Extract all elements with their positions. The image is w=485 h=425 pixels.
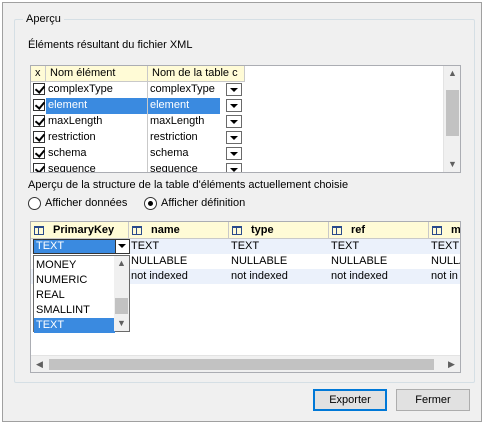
checkmark-icon [33, 115, 45, 127]
grid-cell[interactable]: TEXT [429, 239, 460, 254]
col-header-element-name[interactable]: Nom élément [46, 66, 148, 82]
grid-col-type[interactable]: type [229, 222, 329, 239]
row-checkbox[interactable] [33, 146, 46, 162]
grid-scroll-thumb[interactable] [49, 359, 434, 370]
xml-list-header: x Nom élément Nom de la table c [31, 66, 245, 82]
dropdown-scroll-thumb[interactable] [115, 298, 128, 314]
checkmark-icon [33, 163, 45, 172]
dropdown-option[interactable]: SMALLINT [34, 303, 115, 318]
row-checkbox[interactable] [33, 162, 46, 172]
element-name: restriction [46, 130, 148, 146]
column-icon [232, 226, 242, 235]
grid-cell[interactable]: NULLABLE [229, 254, 329, 269]
grid-cell[interactable]: TEXT [329, 239, 429, 254]
column-icon [432, 226, 442, 235]
grid-cell[interactable]: NULLABLE [329, 254, 429, 269]
table-name: sequence [150, 163, 198, 173]
element-name: maxLength [46, 114, 148, 130]
column-icon [132, 226, 142, 235]
column-icon [332, 226, 342, 235]
table-name: maxLength [150, 115, 205, 127]
grid-cell[interactable]: TEXT [229, 239, 329, 254]
checkmark-icon [33, 147, 45, 159]
chevron-down-icon[interactable] [226, 163, 242, 172]
list-item[interactable]: element element [31, 98, 245, 114]
scroll-left-icon[interactable]: ◀ [35, 360, 44, 369]
chevron-down-icon[interactable] [226, 83, 242, 96]
row-checkbox[interactable] [33, 82, 46, 98]
list-item[interactable]: schema schema [31, 146, 245, 162]
element-name: schema [46, 146, 148, 162]
close-button[interactable]: Fermer [396, 389, 470, 411]
grid-hscrollbar[interactable]: ◀ ▶ [31, 355, 460, 372]
list-item[interactable]: complexType complexType [31, 82, 245, 98]
chevron-down-icon[interactable] [226, 131, 242, 144]
checkmark-icon [33, 99, 45, 111]
table-name: complexType [150, 83, 215, 95]
chevron-down-icon[interactable] [226, 115, 242, 128]
dropdown-option[interactable]: NUMERIC [34, 273, 115, 288]
list-item[interactable]: sequence sequence [31, 162, 245, 173]
export-button[interactable]: Exporter [313, 389, 387, 411]
list-item[interactable]: restriction restriction [31, 130, 245, 146]
grid-cell[interactable]: not indexed [329, 269, 429, 284]
dropdown-vscrollbar[interactable]: ▲ ▼ [114, 256, 129, 331]
group-title: Aperçu [23, 13, 64, 25]
scroll-down-icon[interactable]: ▼ [448, 160, 457, 169]
row-checkbox[interactable] [33, 130, 46, 146]
grid-col-ref[interactable]: ref [329, 222, 429, 239]
grid-cell[interactable]: NULLABLE [129, 254, 229, 269]
list-item[interactable]: maxLength maxLength [31, 114, 245, 130]
scroll-up-icon[interactable]: ▲ [448, 69, 457, 78]
dropdown-option[interactable]: MONEY [34, 258, 115, 273]
chevron-down-icon[interactable] [115, 240, 129, 253]
element-name: element [46, 98, 148, 114]
chevron-down-icon[interactable] [226, 99, 242, 112]
scroll-up-icon[interactable]: ▲ [117, 259, 126, 268]
checkmark-icon [33, 83, 45, 95]
xml-list-vscrollbar[interactable]: ▲ ▼ [443, 66, 460, 172]
dropdown-option[interactable]: REAL [34, 288, 115, 303]
element-name: sequence [46, 162, 148, 172]
table-name: restriction [150, 131, 198, 143]
grid-cell[interactable]: not indexed [229, 269, 329, 284]
grid-col-name[interactable]: name [129, 222, 229, 239]
radio-show-data-label[interactable]: Afficher données [45, 197, 127, 209]
scroll-right-icon[interactable]: ▶ [447, 360, 456, 369]
xml-list-scroll-thumb[interactable] [446, 90, 459, 136]
table-name: schema [150, 147, 189, 159]
structure-label: Aperçu de la structure de la table d'élé… [28, 179, 349, 191]
xml-elements-label: Éléments résultant du fichier XML [28, 39, 193, 51]
grid-cell[interactable]: NULLA [429, 254, 460, 269]
checkmark-icon [33, 131, 45, 143]
col-header-table-name[interactable]: Nom de la table c [148, 66, 245, 82]
type-dropdown-list[interactable]: MONEY NUMERIC REAL SMALLINT TEXT ▲ ▼ [33, 255, 130, 333]
grid-cell[interactable]: not in [429, 269, 460, 284]
column-icon [34, 226, 44, 235]
preview-dialog: Aperçu Éléments résultant du fichier XML… [2, 2, 482, 422]
grid-col-m[interactable]: m [429, 222, 460, 239]
grid-header: PrimaryKey name type ref m [31, 222, 460, 239]
scroll-down-icon[interactable]: ▼ [117, 319, 126, 328]
col-header-x[interactable]: x [31, 66, 46, 82]
radio-show-data[interactable] [28, 197, 41, 210]
element-name: complexType [46, 82, 148, 98]
primarykey-type-combo[interactable]: TEXT [33, 239, 130, 254]
grid-col-primarykey[interactable]: PrimaryKey [31, 222, 129, 239]
grid-cell[interactable]: TEXT [129, 239, 229, 254]
structure-grid[interactable]: PrimaryKey name type ref m TEXT TEXT TEXT T… [30, 221, 461, 373]
row-checkbox[interactable] [33, 114, 46, 130]
row-checkbox[interactable] [33, 98, 46, 114]
table-name: element [148, 98, 220, 114]
dropdown-option[interactable]: TEXT [34, 318, 115, 333]
radio-show-definition-label[interactable]: Afficher définition [161, 197, 245, 209]
radio-show-definition[interactable] [144, 197, 157, 210]
xml-elements-list[interactable]: x Nom élément Nom de la table c complexT… [30, 65, 461, 173]
grid-cell[interactable]: not indexed [129, 269, 229, 284]
chevron-down-icon[interactable] [226, 147, 242, 160]
